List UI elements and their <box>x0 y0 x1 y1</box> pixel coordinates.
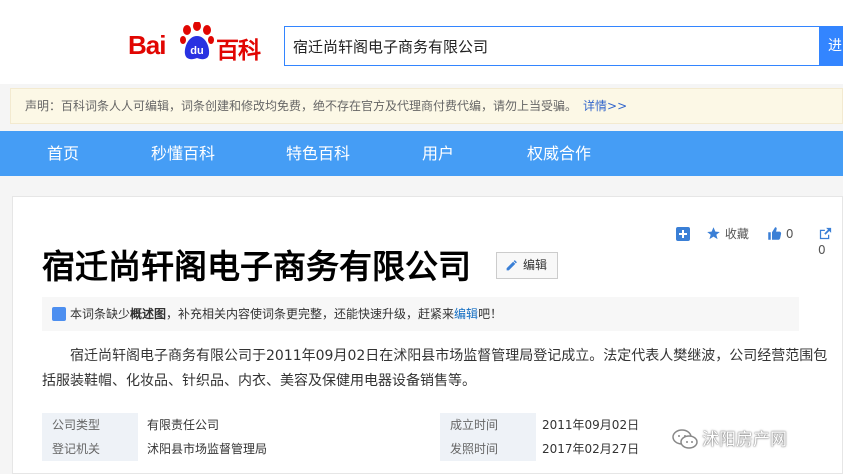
like-button[interactable]: 0 <box>767 226 793 242</box>
paw-logo-icon: du <box>180 22 214 60</box>
star-icon <box>707 227 720 240</box>
entry-summary: 宿迁尚轩阁电子商务有限公司于2011年09月02日在沭阳县市场监督管理局登记成立… <box>42 348 828 389</box>
info-value: 2011年09月02日 <box>542 418 640 432</box>
watermark-text: 沭阳房产网 <box>702 430 787 450</box>
info-key: 登记机关 <box>42 437 138 461</box>
edit-label: 编辑 <box>523 258 548 272</box>
nav-item-special[interactable]: 特色百科 <box>286 131 350 176</box>
share-icon <box>819 227 832 240</box>
like-count: 0 <box>785 227 794 241</box>
logo-bai-text: Bai <box>128 30 166 60</box>
svg-text:du: du <box>190 45 203 57</box>
add-button[interactable] <box>676 226 690 242</box>
tip-text-mid: ，补充相关内容使词条更完整，还能快速升级，赶紧来 <box>166 307 455 321</box>
info-value: 2017年02月27日 <box>542 442 640 456</box>
missing-image-tip: 本词条缺少概述图，补充相关内容使词条更完整，还能快速升级，赶紧来编辑吧！ <box>42 297 799 331</box>
info-value[interactable]: 沭阳县市场监督管理局 <box>147 437 267 461</box>
pencil-icon <box>506 260 517 271</box>
notice-text: 声明：百科词条人人可编辑，词条创建和修改均免费，绝不存在官方及代理商付费代编，请… <box>25 99 578 113</box>
search-button[interactable]: 进 <box>820 26 843 66</box>
share-count: 0 <box>818 243 826 257</box>
tip-text-pre: 本词条缺少 <box>70 307 131 321</box>
edit-button[interactable]: 编辑 <box>496 252 558 279</box>
nav-item-home[interactable]: 首页 <box>47 131 79 176</box>
info-key: 公司类型 <box>42 413 138 437</box>
header: Bai du 百科 进 <box>0 0 843 84</box>
search-box[interactable] <box>284 26 820 66</box>
baidu-baike-logo[interactable]: Bai du 百科 <box>128 22 268 66</box>
nav-item-miaodong[interactable]: 秒懂百科 <box>151 131 215 176</box>
share-button[interactable]: 0 <box>818 226 843 257</box>
tip-text-bold: 概述图 <box>130 307 167 321</box>
collect-label: 收藏 <box>724 227 749 241</box>
search-input[interactable] <box>285 27 819 65</box>
main-nav: 首页 秒懂百科 特色百科 用户 权威合作 <box>0 131 843 176</box>
notice-banner: 声明：百科词条人人可编辑，词条创建和修改均免费，绝不存在官方及代理商付费代编，请… <box>10 88 843 124</box>
tip-edit-link[interactable]: 编辑 <box>454 307 478 321</box>
tip-text-end: 吧！ <box>478 307 503 321</box>
thumbs-up-icon <box>768 227 782 240</box>
info-key: 发照时间 <box>440 437 536 461</box>
entry-title: 宿迁尚轩阁电子商务有限公司 <box>42 247 471 286</box>
wechat-icon <box>672 429 698 449</box>
notice-details-link[interactable]: 详情>> <box>583 99 627 113</box>
collect-button[interactable]: 收藏 <box>706 226 749 242</box>
logo-baike-text: 百科 <box>216 38 261 64</box>
nav-item-partners[interactable]: 权威合作 <box>527 131 591 176</box>
nav-item-user[interactable]: 用户 <box>422 131 454 176</box>
info-key: 成立时间 <box>440 413 536 437</box>
pencil-tip-icon <box>52 307 66 321</box>
info-value: 有限责任公司 <box>147 418 220 432</box>
watermark: 沭阳房产网 <box>672 428 787 452</box>
plus-icon <box>676 227 690 241</box>
